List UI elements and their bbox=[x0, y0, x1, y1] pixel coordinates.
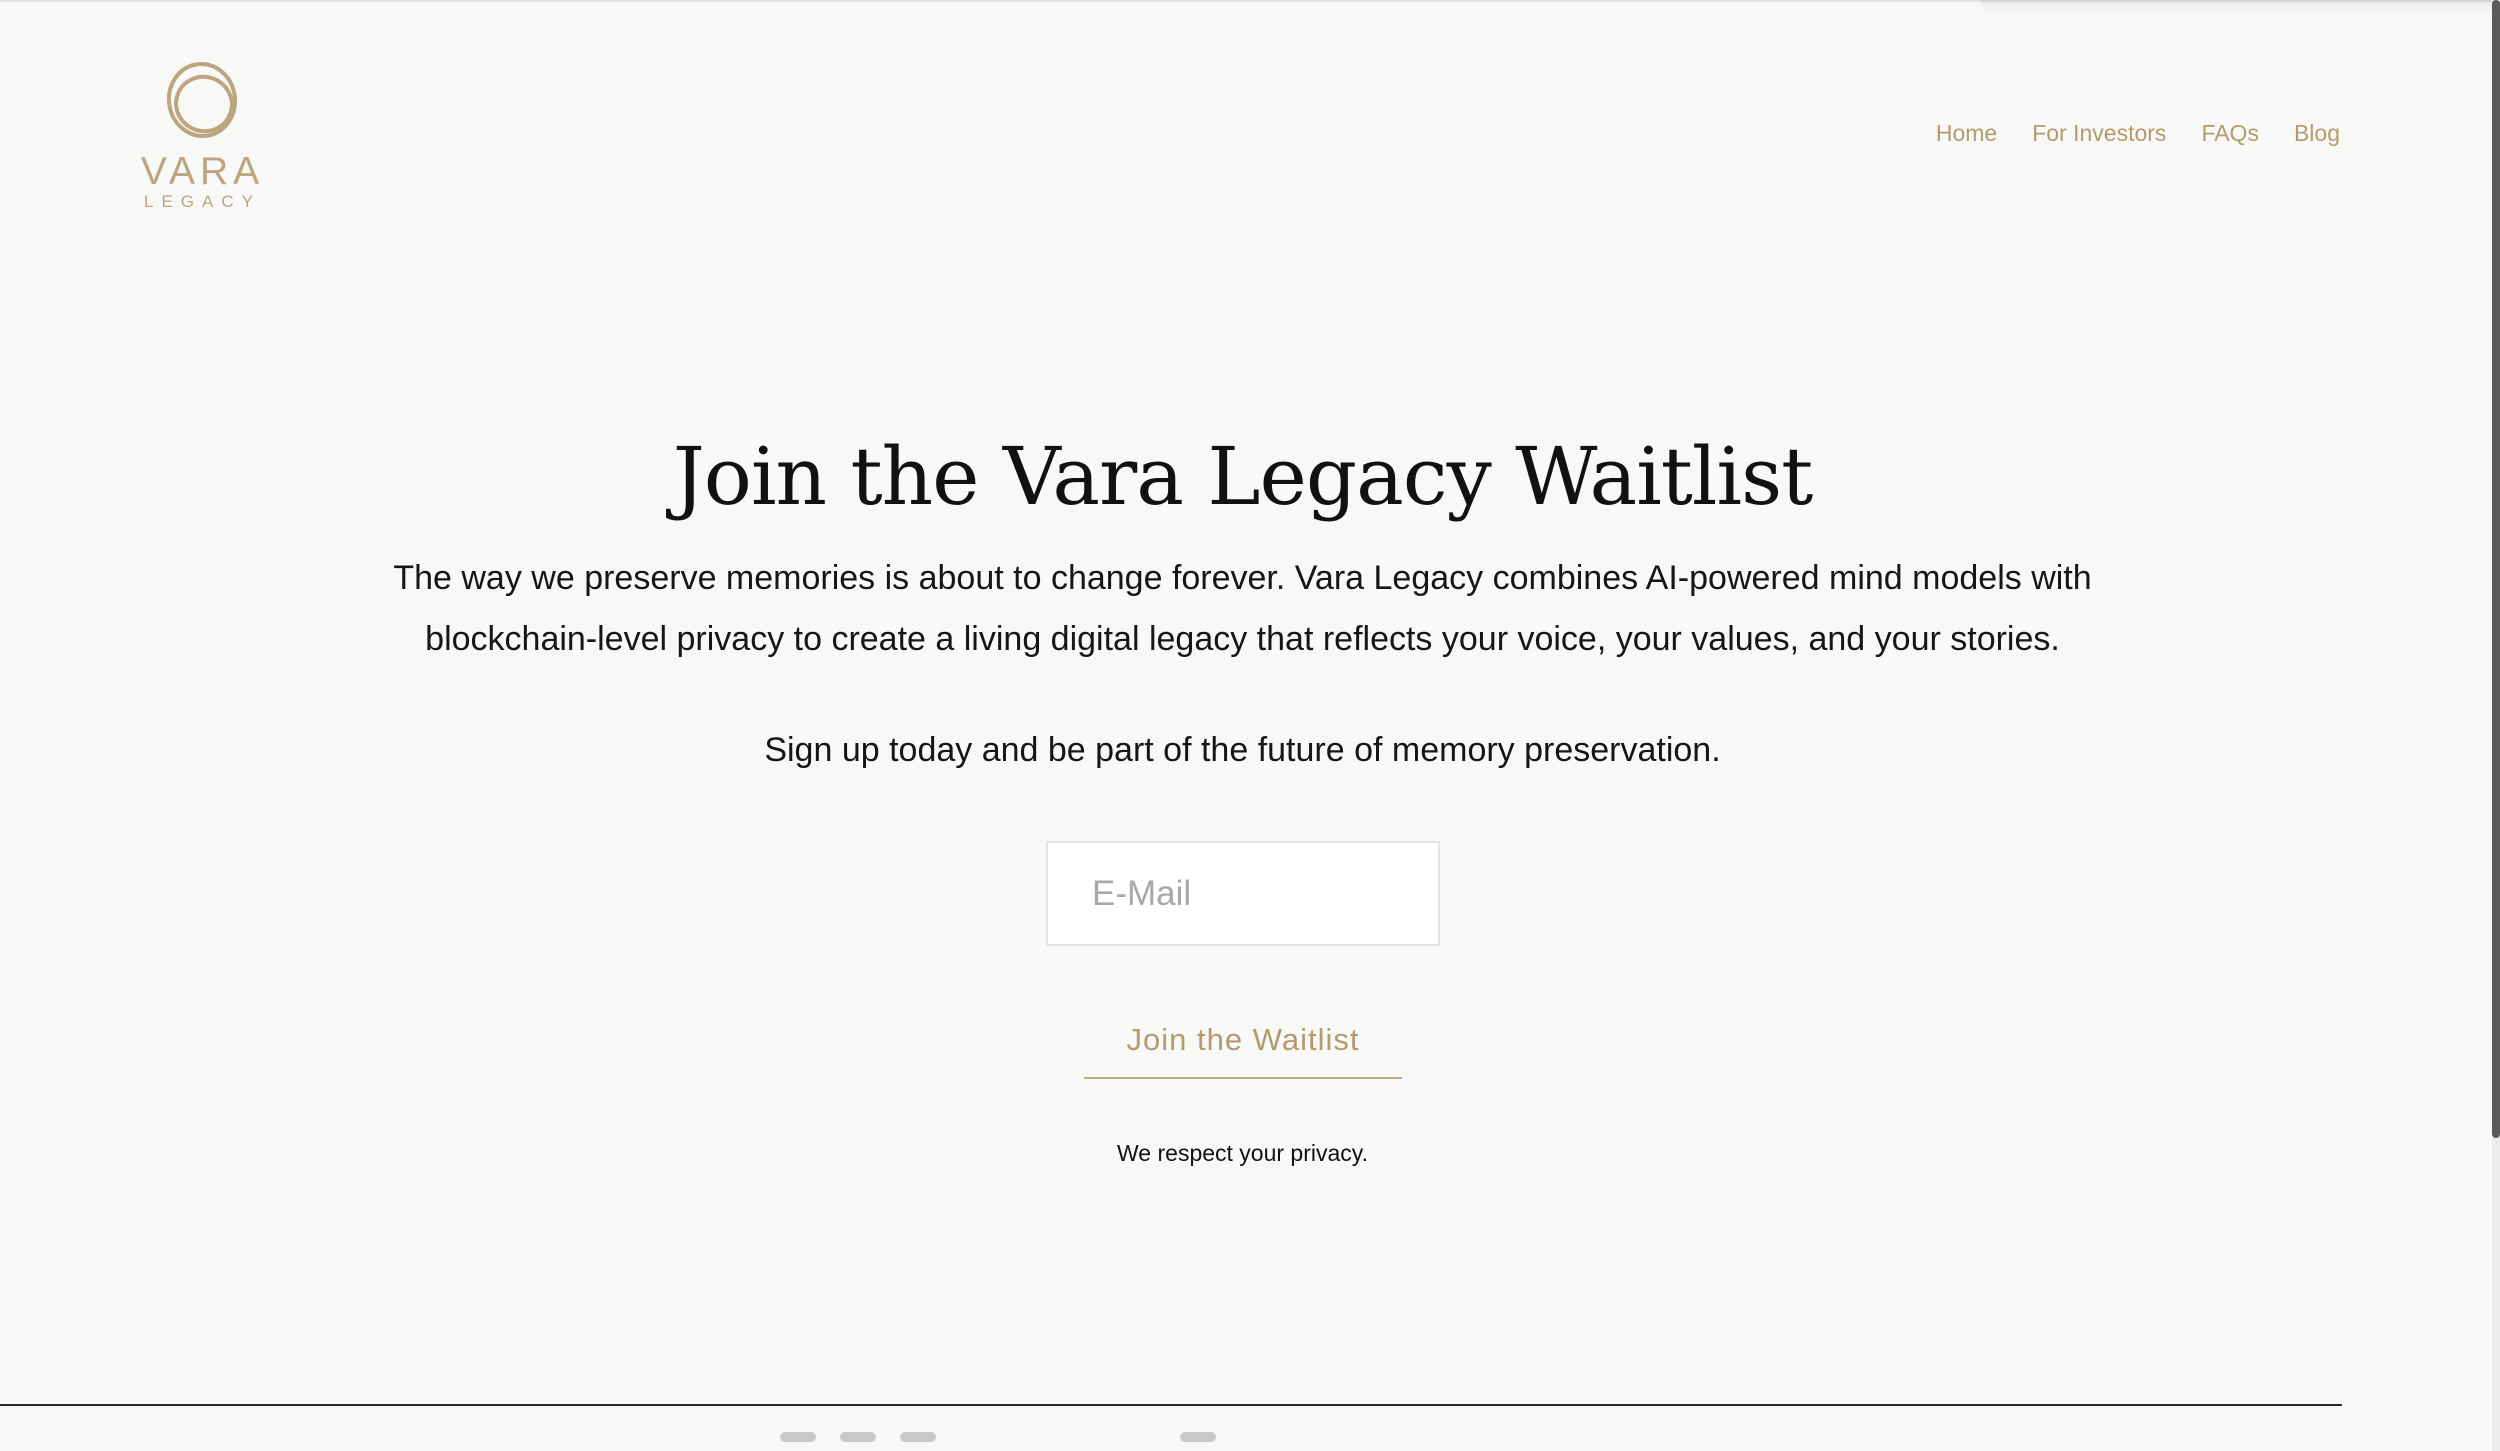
main-nav: Home For Investors FAQs Blog bbox=[1936, 120, 2340, 147]
nav-link-faqs[interactable]: FAQs bbox=[2201, 120, 2259, 147]
signup-prompt: Sign up today and be part of the future … bbox=[764, 731, 1721, 769]
vara-rings-logo-icon bbox=[166, 62, 238, 138]
section-divider bbox=[0, 1404, 2342, 1406]
privacy-note: We respect your privacy. bbox=[1117, 1140, 1368, 1166]
scrollbar-thumb[interactable] bbox=[2492, 0, 2500, 1138]
site-logo[interactable]: VARA LEGACY bbox=[140, 58, 265, 213]
page-title: Join the Vara Legacy Waitlist bbox=[672, 430, 1814, 523]
nav-link-home[interactable]: Home bbox=[1936, 120, 1997, 147]
next-section-heading-clipped bbox=[760, 1432, 1360, 1451]
header-shadow bbox=[1980, 0, 2500, 14]
join-waitlist-button[interactable]: Join the Waitlist bbox=[1084, 1003, 1402, 1079]
nav-link-for-investors[interactable]: For Investors bbox=[2032, 120, 2166, 147]
email-input[interactable] bbox=[1046, 841, 1440, 946]
logo-wordmark: VARA bbox=[140, 150, 265, 193]
nav-link-blog[interactable]: Blog bbox=[2294, 120, 2340, 147]
logo-subtitle: LEGACY bbox=[144, 192, 261, 211]
hero-description: The way we preserve memories is about to… bbox=[393, 559, 2092, 658]
